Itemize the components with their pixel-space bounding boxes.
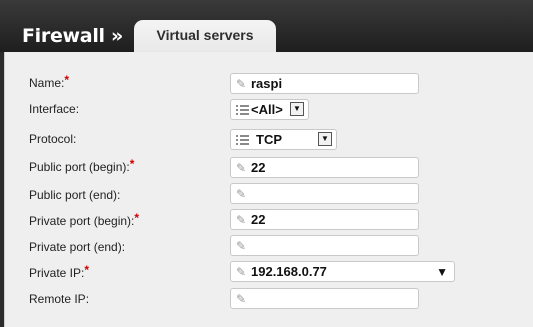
form-panel: Name:* ✎ raspi Interface: <All> ▼ Protoc… — [4, 52, 533, 327]
tab-virtual-servers[interactable]: Virtual servers — [134, 20, 276, 53]
breadcrumb[interactable]: Firewall » — [22, 25, 123, 47]
public-port-end-field[interactable]: ✎ — [230, 183, 419, 204]
private-port-begin-label-text: Private port (begin): — [29, 214, 135, 228]
public-port-begin-label: Public port (begin):* — [29, 157, 135, 174]
pencil-icon: ✎ — [236, 161, 247, 175]
private-port-begin-label: Private port (begin):* — [29, 211, 140, 228]
public-port-end-label: Public port (end): — [29, 188, 121, 202]
interface-select[interactable]: <All> ▼ — [230, 99, 309, 120]
public-port-begin-value: 22 — [251, 160, 266, 175]
list-icon — [236, 105, 249, 115]
private-ip-combobox[interactable]: ✎ 192.168.0.77 ▼ — [230, 261, 455, 282]
required-marker: * — [134, 211, 140, 225]
private-ip-label: Private IP:* — [29, 263, 90, 280]
private-port-end-label: Private port (end): — [29, 240, 126, 254]
pencil-icon: ✎ — [236, 265, 247, 279]
name-value: raspi — [251, 76, 283, 91]
private-ip-value: 192.168.0.77 — [251, 264, 327, 279]
name-label: Name:* — [29, 73, 70, 90]
top-bar: Firewall » Virtual servers — [0, 0, 533, 53]
chevron-down-icon[interactable]: ▼ — [290, 102, 304, 116]
required-marker: * — [129, 157, 135, 171]
private-port-end-field[interactable]: ✎ — [230, 235, 419, 256]
public-port-begin-label-text: Public port (begin): — [29, 160, 130, 174]
private-port-begin-field[interactable]: ✎ 22 — [230, 209, 419, 230]
protocol-value: TCP — [256, 132, 282, 147]
chevron-down-icon[interactable]: ▼ — [318, 132, 332, 146]
public-port-begin-field[interactable]: ✎ 22 — [230, 157, 419, 178]
required-marker: * — [84, 263, 90, 277]
remote-ip-field[interactable]: ✎ — [230, 288, 419, 309]
protocol-label: Protocol: — [29, 132, 77, 146]
pencil-icon: ✎ — [236, 292, 247, 306]
pencil-icon: ✎ — [236, 213, 247, 227]
list-icon — [236, 135, 249, 145]
required-marker: * — [64, 73, 70, 87]
interface-label: Interface: — [29, 102, 80, 116]
pencil-icon: ✎ — [236, 77, 247, 91]
pencil-icon: ✎ — [236, 239, 247, 253]
pencil-icon: ✎ — [236, 187, 247, 201]
remote-ip-label: Remote IP: — [29, 292, 90, 306]
chevron-down-icon[interactable]: ▼ — [436, 265, 448, 279]
protocol-select[interactable]: TCP ▼ — [230, 129, 337, 150]
name-label-text: Name: — [29, 76, 65, 90]
private-port-begin-value: 22 — [251, 212, 266, 227]
interface-value: <All> — [251, 102, 283, 117]
private-ip-label-text: Private IP: — [29, 266, 85, 280]
name-field[interactable]: ✎ raspi — [230, 73, 419, 94]
